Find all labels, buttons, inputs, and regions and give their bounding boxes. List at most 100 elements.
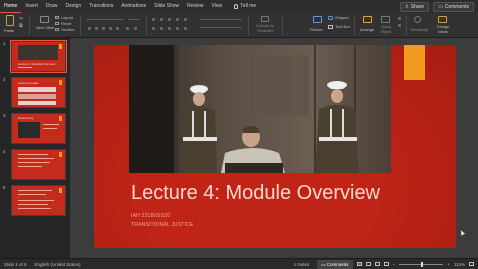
sensitivity-icon[interactable]	[414, 16, 421, 23]
slide-thumbnail[interactable]: Lecture 4: Module Overview	[10, 40, 67, 73]
reading-view-icon[interactable]	[374, 262, 380, 266]
slide-thumbnail[interactable]	[11, 185, 66, 216]
tab-slide-show[interactable]: Slide Show	[150, 0, 183, 13]
tell-me-search[interactable]: Tell me	[230, 0, 260, 13]
comments-label: Comments	[444, 3, 469, 10]
shape-fill-icon	[398, 17, 401, 20]
slide-course-code[interactable]: IAH 231B/ISS20	[131, 213, 170, 219]
tab-insert[interactable]: Insert	[21, 0, 42, 13]
slide-thumbnail-row[interactable]: 3 Nuremberg	[3, 113, 67, 144]
tab-draw[interactable]: Draw	[42, 0, 62, 13]
new-slide-icon[interactable]	[40, 16, 49, 23]
line-spacing-icon	[184, 18, 187, 21]
reset-icon[interactable]	[55, 22, 59, 25]
slide-thumbnail-row[interactable]: 5	[3, 185, 67, 216]
arrange-label[interactable]: Arrange	[360, 27, 374, 32]
underline-icon	[102, 27, 105, 30]
thumbnail-text-line	[18, 200, 54, 201]
font-name-box	[86, 19, 124, 20]
section-label[interactable]: Section	[61, 27, 74, 32]
bullets-icon	[152, 18, 155, 21]
slideshow-view-icon[interactable]	[383, 262, 389, 266]
fit-to-window-icon[interactable]	[469, 262, 474, 266]
picture-label[interactable]: Picture	[310, 27, 322, 32]
justify-icon	[176, 27, 179, 30]
slide-title[interactable]: Lecture 4: Module Overview	[131, 182, 380, 205]
layout-icon[interactable]	[55, 16, 59, 19]
slide-subtitle[interactable]: TRANSITIONAL JUSTICE	[131, 222, 193, 228]
tab-animations[interactable]: Animations	[117, 0, 150, 13]
slide-thumbnails-pane[interactable]: 1 Lecture 4: Module Overview 2 Learning …	[0, 38, 70, 258]
design-ideas-icon[interactable]	[438, 16, 447, 23]
text-direction-box	[200, 19, 242, 20]
notes-button[interactable]: ≡ Notes	[290, 260, 314, 269]
indent-icon	[168, 18, 171, 21]
ribbon-home: Paste ✂ ⧉ New Slide Layout Reset Section…	[0, 13, 478, 38]
shapes-icon[interactable]	[328, 16, 333, 20]
menu-bar: Home Insert Draw Design Transitions Anim…	[0, 0, 478, 13]
zoom-out-icon[interactable]: −	[393, 262, 396, 267]
slide-number: 3	[3, 113, 6, 118]
zoom-slider-handle[interactable]	[421, 261, 424, 267]
slide-thumbnail[interactable]	[11, 149, 66, 180]
slide-thumbnail[interactable]: Nuremberg	[11, 113, 66, 144]
strikethrough-icon	[109, 27, 112, 30]
thumbnail-text-line	[43, 128, 57, 129]
arrange-icon[interactable]	[363, 16, 372, 23]
italic-icon	[95, 27, 98, 30]
quick-styles-label[interactable]: Quick Styles	[377, 24, 395, 34]
section-icon[interactable]	[55, 28, 59, 31]
tab-transitions[interactable]: Transitions	[85, 0, 117, 13]
slide-number: 5	[3, 185, 6, 190]
paste-label: Paste	[4, 28, 15, 33]
cut-icon[interactable]: ✂	[19, 16, 23, 22]
layout-label[interactable]: Layout	[61, 15, 73, 20]
slide-canvas[interactable]: Lecture 4: Module Overview IAH 231B/ISS2…	[70, 38, 478, 258]
text-box-label[interactable]: Text Box	[335, 24, 350, 29]
language-indicator[interactable]: English (United States)	[31, 262, 85, 267]
picture-icon[interactable]	[313, 16, 322, 23]
zoom-level[interactable]: 114%	[454, 262, 465, 267]
tab-view[interactable]: View	[208, 0, 227, 13]
align-left-icon	[152, 27, 155, 30]
thumbnail-subtitle-line	[18, 67, 32, 68]
comments-status-label: Comments	[326, 261, 349, 267]
reset-label[interactable]: Reset	[61, 21, 71, 26]
convert-smartart-label[interactable]: Convert to SmartArt	[252, 23, 278, 33]
thumbnail-text-line	[18, 204, 48, 205]
font-color-icon	[126, 27, 129, 30]
thumbnail-accent-bar	[59, 188, 62, 193]
comments-button[interactable]: ▭ Comments	[433, 1, 474, 12]
tab-home[interactable]: Home	[0, 1, 22, 13]
slide-thumbnail-row[interactable]: 4	[3, 149, 67, 180]
quick-styles-icon[interactable]	[381, 16, 390, 23]
zoom-in-icon[interactable]: +	[447, 262, 450, 267]
slide-thumbnail-row[interactable]: 1 Lecture 4: Module Overview	[3, 40, 67, 73]
zoom-slider[interactable]	[399, 261, 444, 267]
slide-thumbnail-row[interactable]: 2 Learning Goals	[3, 77, 67, 108]
design-ideas-label[interactable]: Design Ideas	[435, 24, 451, 34]
slide-photo[interactable]	[129, 45, 391, 173]
tab-review[interactable]: Review	[183, 0, 207, 13]
paste-icon[interactable]	[6, 15, 14, 26]
thumbnail-title: Nuremberg	[18, 116, 34, 120]
thumbnail-text-line	[18, 166, 42, 167]
notes-label: Notes	[297, 261, 310, 267]
slide-sorter-icon[interactable]	[365, 262, 371, 266]
thumbnail-text-line	[18, 208, 51, 209]
thumbnail-text-block	[18, 87, 56, 92]
share-button[interactable]: ⇪ Share	[399, 1, 430, 12]
smartart-icon[interactable]	[261, 16, 269, 22]
text-box-icon[interactable]	[328, 25, 333, 29]
comments-status-button[interactable]: ▭ Comments	[317, 259, 353, 269]
sensitivity-label[interactable]: Sensitivity	[410, 27, 428, 32]
shapes-label[interactable]: Shapes	[335, 15, 349, 20]
current-slide[interactable]: Lecture 4: Module Overview IAH 231B/ISS2…	[94, 45, 456, 248]
tab-design[interactable]: Design	[62, 0, 86, 13]
normal-view-icon[interactable]	[356, 262, 362, 266]
thumbnail-title: Learning Goals	[18, 81, 39, 85]
copy-icon[interactable]: ⧉	[19, 23, 23, 29]
share-icon: ⇪	[404, 3, 409, 10]
slide-counter: Slide 1 of 5	[4, 261, 27, 267]
slide-thumbnail[interactable]: Learning Goals	[11, 77, 66, 108]
